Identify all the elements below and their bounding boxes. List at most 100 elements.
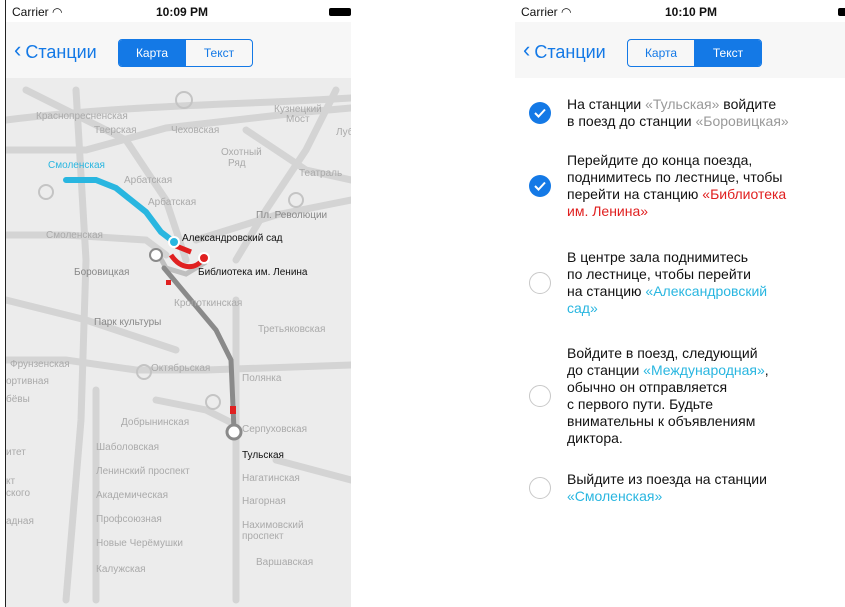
map-label-leninsky: Ленинский проспект	[96, 466, 190, 477]
back-button[interactable]: ‹ Станции	[14, 37, 97, 64]
station-name: «Смоленская»	[567, 488, 663, 504]
station-name: им. Ленина»	[567, 203, 649, 219]
route-step-text: В центре зала поднимитесь по лестнице, чт…	[567, 249, 839, 317]
map-label-varshavskaya: Варшавская	[256, 557, 313, 568]
map-label-kuznetsky-2: Мост	[286, 114, 310, 125]
instruction-text: Выйдите из поезда на станции	[567, 471, 767, 487]
map-label-teatralnaya: Театраль	[299, 168, 342, 179]
instruction-text: перейти на станцию	[567, 186, 703, 202]
map-label-borovitskaya: Боровицкая	[74, 267, 129, 278]
checkbox-empty-icon[interactable]	[529, 385, 551, 407]
map-label-nagatinskaya: Нагатинская	[242, 473, 300, 484]
map-label-tulskaya: Тульская	[242, 450, 284, 461]
segment-map[interactable]: Карта	[628, 40, 694, 66]
map-label-chekhovskaya: Чеховская	[171, 125, 219, 136]
station-name: «Международная»	[643, 362, 765, 378]
map-label-nagornaya: Нагорная	[242, 496, 286, 507]
nav-bar: ‹ Станции Карта Текст	[6, 22, 351, 78]
map-label-serpukhovskaya: Серпуховская	[242, 424, 307, 435]
battery-icon	[329, 8, 351, 16]
segment-text[interactable]: Текст	[694, 40, 761, 66]
station-name: «Библиотека	[702, 186, 787, 202]
instruction-text: диктора.	[567, 430, 623, 446]
map-label-okhotny-2: Ряд	[228, 158, 246, 169]
map-label-profsoyuznaya: Профсоюзная	[96, 513, 162, 525]
segment-text[interactable]: Текст	[185, 40, 252, 66]
chevron-left-icon: ‹	[14, 37, 22, 62]
map-label-universitet: итет	[6, 447, 26, 458]
map-label-zapadnaya: адная	[6, 516, 34, 527]
status-bar: Carrier ◠ 10:10 PM	[515, 0, 845, 22]
text-screen: Carrier ◠ 10:10 PM ‹ Станции Карта Текст …	[515, 0, 845, 607]
segment-map[interactable]: Карта	[119, 40, 185, 66]
status-time: 10:09 PM	[156, 5, 209, 19]
route-step-text: Войдите в поезд, следующий до станции «Ме…	[567, 345, 839, 447]
map-label-novye-cheremushki: Новые Черёмушки	[96, 538, 183, 549]
route-step-text: Перейдите до конца поезда, поднимитесь по…	[567, 152, 839, 220]
status-bar: Carrier ◠ 10:09 PM	[6, 0, 351, 22]
map-label-arbatskaya-1: Арбатская	[124, 174, 172, 186]
map-label-lub: Луб	[336, 126, 351, 138]
map-label-pl-revolyutsii: Пл. Революции	[256, 210, 327, 221]
map-label-skogo: ского	[6, 488, 30, 499]
checkbox-empty-icon[interactable]	[529, 272, 551, 294]
instruction-text: с первого пути. Будьте	[567, 396, 714, 412]
map-label-nakhimovsky-1: Нахимовский	[242, 520, 304, 531]
instruction-text: В центре зала поднимитесь	[567, 249, 749, 265]
map-label-kropotkinskaya: Кропоткинская	[174, 298, 242, 309]
back-button-label: Станции	[534, 42, 606, 62]
map-label-krasnopresnenskaya: Краснопресненская	[36, 111, 128, 122]
back-button-label: Станции	[25, 42, 97, 62]
wifi-icon: ◠	[561, 5, 572, 19]
view-segmented-control: Карта Текст	[118, 39, 253, 67]
chevron-left-icon: ‹	[523, 37, 531, 62]
status-time: 10:10 PM	[665, 5, 718, 19]
carrier-label: Carrier	[521, 5, 558, 19]
nav-bar: ‹ Станции Карта Текст	[515, 22, 845, 78]
wifi-icon: ◠	[52, 5, 63, 19]
map-label-smolenskaya-2: Смоленская	[46, 230, 103, 241]
map-label-smolenskaya-route: Смоленская	[48, 160, 105, 171]
metro-map[interactable]: Краснопресненская Тверская Чеховская Куз…	[6, 78, 351, 607]
map-label-kt: кт	[6, 476, 15, 487]
instruction-text: внимательны к объявлениям	[567, 413, 756, 429]
instruction-text: по лестнице, чтобы перейти	[567, 266, 751, 282]
map-label-sportivnaya: ортивная	[6, 376, 49, 387]
map-label-kaluzhskaya: Калужская	[96, 564, 146, 575]
map-label-park-kultury: Парк культуры	[94, 317, 161, 328]
map-label-shabolovskaya: Шаболовская	[96, 441, 159, 453]
map-label-oktyabrskaya: Октябрьская	[151, 362, 210, 374]
station-name: «Тульская»	[645, 96, 720, 112]
map-label-okhotny-1: Охотный	[221, 147, 262, 158]
battery-icon	[838, 8, 845, 16]
route-step-text: На станции «Тульская» войдите в поезд до …	[567, 96, 839, 130]
instruction-text: до станции	[567, 362, 644, 378]
map-label-tverskaya: Тверская	[94, 125, 137, 136]
carrier-label: Carrier	[12, 5, 49, 19]
route-step-text: Выйдите из поезда на станции «Смоленская»	[567, 471, 839, 505]
instruction-text: поднимитесь по лестнице, чтобы	[567, 169, 783, 185]
checkmark-icon[interactable]	[529, 102, 551, 124]
map-label-polyanka: Полянка	[242, 373, 282, 384]
checkbox-empty-icon[interactable]	[529, 477, 551, 499]
instruction-text: на станцию	[567, 283, 646, 299]
back-button[interactable]: ‹ Станции	[523, 37, 606, 64]
map-label-nakhimovsky-2: проспект	[242, 531, 284, 542]
map-label-frunzenskaya: Фрунзенская	[10, 359, 70, 370]
map-label-dobryninskaya: Добрынинская	[121, 416, 189, 428]
map-label-biblioteka: Библиотека им. Ленина	[198, 266, 308, 278]
checkmark-icon[interactable]	[529, 175, 551, 197]
instruction-text: обычно он отправляется	[567, 379, 728, 395]
instruction-text: Перейдите до конца поезда,	[567, 152, 753, 168]
map-label-arbatskaya-2: Арбатская	[148, 196, 196, 208]
station-name: «Боровицкая»	[695, 113, 789, 129]
map-screen: Carrier ◠ 10:09 PM ‹Станции Карта Текст	[5, 0, 351, 607]
instruction-text: На станции	[567, 96, 646, 112]
map-label-akademicheskaya: Академическая	[96, 490, 168, 501]
station-name: «Александровский	[645, 283, 768, 299]
instruction-text: Войдите в поезд, следующий	[567, 345, 758, 361]
map-label-aleksandrovsky: Александровский сад	[182, 233, 283, 244]
instruction-text: ,	[764, 362, 769, 378]
instruction-text: в поезд до станции	[567, 113, 696, 129]
station-name: сад»	[567, 300, 598, 316]
